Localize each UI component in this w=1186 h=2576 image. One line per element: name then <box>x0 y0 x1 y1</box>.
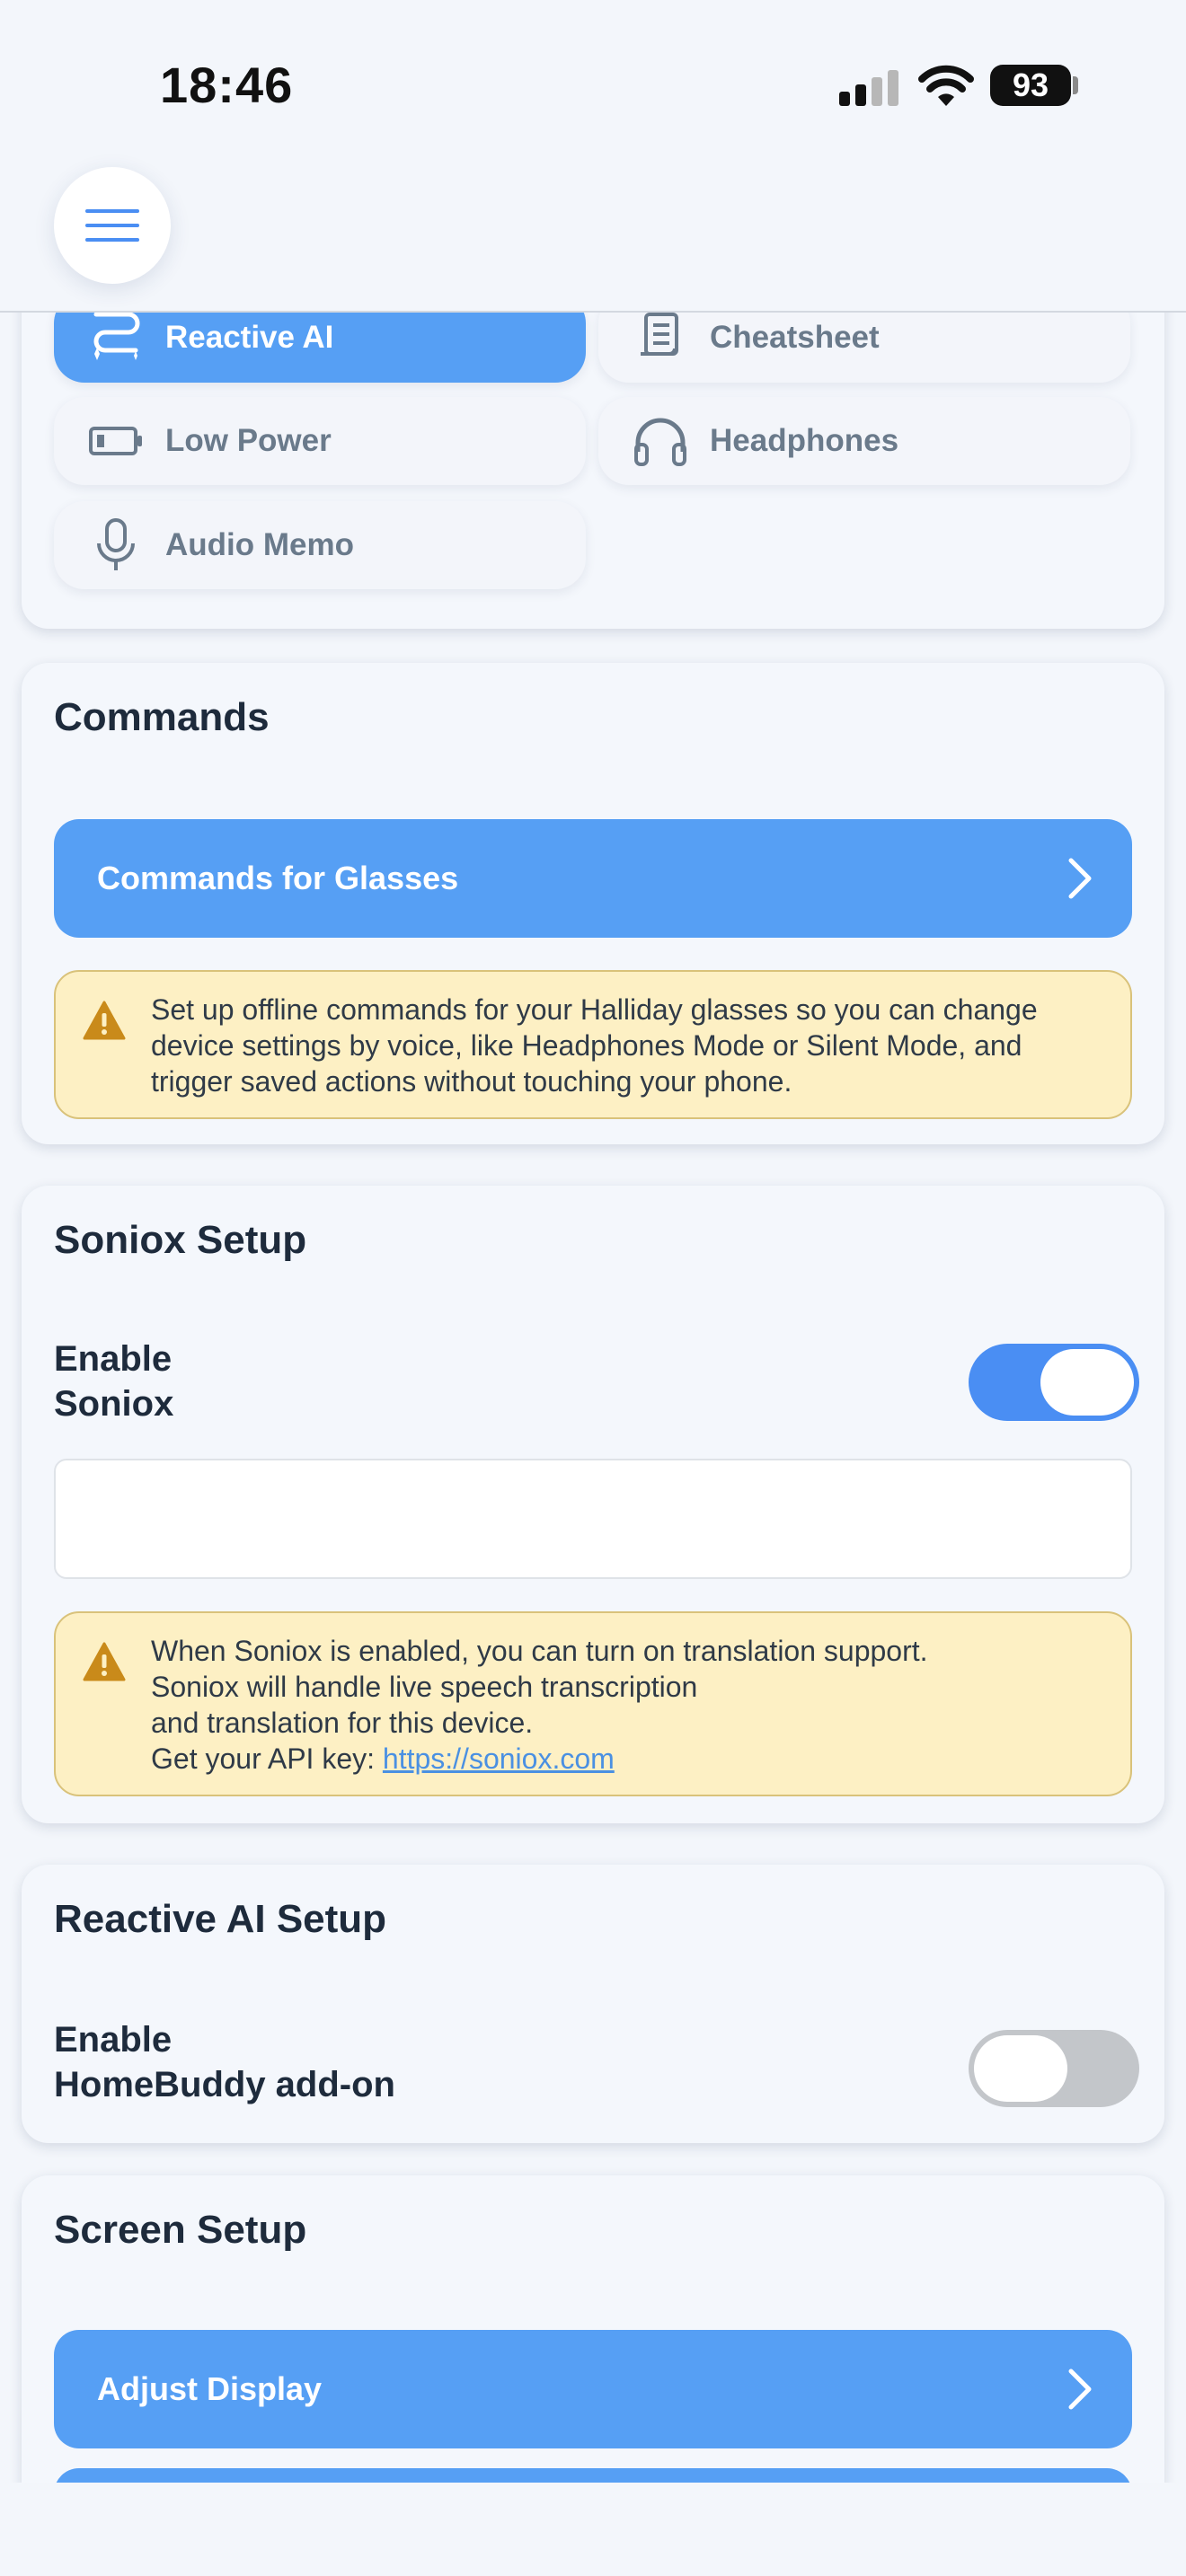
warning-line: Get your API key: https://soniox.com <box>151 1741 1094 1777</box>
warning-icon <box>83 1001 126 1040</box>
next-setup-button[interactable] <box>54 2468 1132 2483</box>
app-header: 18:46 93 <box>0 0 1186 313</box>
label-line: HomeBuddy add-on <box>54 2065 395 2104</box>
commands-card: Commands Commands for Glasses Set up off… <box>22 663 1164 1144</box>
toggle-knob <box>974 2035 1067 2102</box>
soniox-warning: When Soniox is enabled, you can turn on … <box>54 1611 1132 1796</box>
enable-soniox-label: Enable Soniox <box>54 1337 173 1426</box>
mode-label: Low Power <box>165 423 332 458</box>
mode-chip-low-power[interactable]: Low Power <box>54 397 586 485</box>
warning-icon <box>83 1642 126 1681</box>
headphones-icon <box>629 416 692 466</box>
mode-chip-cheatsheet[interactable]: Cheatsheet <box>598 311 1130 383</box>
scroll-content[interactable]: Reactive AI Cheatsheet Low Power Headpho… <box>0 311 1186 2483</box>
adjust-display-button[interactable]: Adjust Display <box>54 2330 1132 2448</box>
soniox-link[interactable]: https://soniox.com <box>383 1742 615 1775</box>
screen-card: Screen Setup Adjust Display <box>22 2175 1164 2483</box>
enable-homebuddy-label: Enable HomeBuddy add-on <box>54 2017 395 2107</box>
commands-warning: Set up offline commands for your Hallida… <box>54 970 1132 1119</box>
cellular-signal-icon <box>839 70 898 106</box>
chevron-right-icon <box>1068 2369 1092 2410</box>
label-line: Enable <box>54 1339 173 1379</box>
toggle-knob <box>1040 1349 1134 1416</box>
label-line: Enable <box>54 2020 173 2060</box>
enable-soniox-toggle[interactable] <box>969 1344 1139 1421</box>
button-label: Adjust Display <box>97 2370 323 2407</box>
status-bar: 18:46 93 <box>0 0 1186 171</box>
enable-homebuddy-toggle[interactable] <box>969 2030 1139 2107</box>
soniox-card: Soniox Setup Enable Soniox When Soniox i… <box>22 1186 1164 1823</box>
warning-line: When Soniox is enabled, you can turn on … <box>151 1635 928 1667</box>
label-line: Soniox <box>54 1384 174 1424</box>
commands-title: Commands <box>54 695 270 739</box>
mode-label: Headphones <box>710 423 899 458</box>
scroll-icon <box>629 311 692 365</box>
api-key-prompt: Get your API key: <box>151 1742 383 1775</box>
warning-text: Set up offline commands for your Hallida… <box>151 993 1038 1098</box>
warning-text: When Soniox is enabled, you can turn on … <box>151 1633 1094 1777</box>
reactive-ai-icon <box>84 311 147 366</box>
battery-icon: 93 <box>990 65 1071 106</box>
menu-button[interactable] <box>54 167 171 284</box>
mode-chip-reactive-ai[interactable]: Reactive AI <box>54 311 586 383</box>
status-time: 18:46 <box>160 57 294 113</box>
soniox-title: Soniox Setup <box>54 1218 307 1262</box>
soniox-api-key-input[interactable] <box>54 1459 1132 1579</box>
button-label: Commands for Glasses <box>97 860 459 896</box>
battery-low-icon <box>84 426 147 456</box>
chevron-right-icon <box>1068 858 1092 899</box>
reactive-ai-title: Reactive AI Setup <box>54 1897 387 1941</box>
wifi-icon <box>918 65 974 106</box>
mode-label: Audio Memo <box>165 527 354 562</box>
microphone-icon <box>84 516 147 574</box>
mode-label: Reactive AI <box>165 320 334 355</box>
mode-label: Cheatsheet <box>710 320 880 355</box>
screen-title: Screen Setup <box>54 2208 307 2252</box>
commands-for-glasses-button[interactable]: Commands for Glasses <box>54 819 1132 938</box>
warning-line: Soniox will handle live speech transcrip… <box>151 1671 698 1703</box>
warning-line: and translation for this device. <box>151 1707 534 1739</box>
modes-card: Reactive AI Cheatsheet Low Power Headpho… <box>22 311 1164 629</box>
reactive-ai-card: Reactive AI Setup Enable HomeBuddy add-o… <box>22 1865 1164 2143</box>
battery-nub <box>1073 76 1078 94</box>
mode-chip-headphones[interactable]: Headphones <box>598 397 1130 485</box>
hamburger-icon <box>85 209 139 242</box>
mode-chip-audio-memo[interactable]: Audio Memo <box>54 501 586 589</box>
